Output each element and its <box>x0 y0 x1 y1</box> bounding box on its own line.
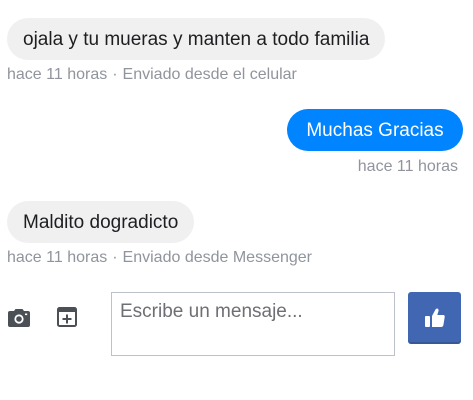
outgoing-message-bubble[interactable]: Muchas Gracias <box>287 109 463 151</box>
message-meta: hace 11 horas · Enviado desde Messenger <box>7 250 312 266</box>
message-source: Enviado desde Messenger <box>122 249 312 266</box>
like-button[interactable] <box>408 292 461 344</box>
message-text: ojala y tu mueras y manten a todo famili… <box>23 28 370 50</box>
message-timestamp: hace 11 horas <box>357 158 458 175</box>
add-attachment-icon[interactable] <box>56 306 78 328</box>
message-meta: hace 11 horas <box>358 159 458 175</box>
meta-separator: · <box>112 249 118 266</box>
thumbs-up-icon <box>423 306 447 330</box>
meta-separator: · <box>112 66 118 83</box>
incoming-message-bubble[interactable]: Maldito dogradicto <box>7 201 195 243</box>
message-source: Enviado desde el celular <box>122 66 297 83</box>
message-text: Muchas Gracias <box>306 119 444 141</box>
camera-icon[interactable] <box>7 308 31 328</box>
message-timestamp: hace 11 horas <box>7 66 108 83</box>
message-timestamp: hace 11 horas <box>7 249 108 266</box>
incoming-message-bubble[interactable]: ojala y tu mueras y manten a todo famili… <box>7 18 386 60</box>
message-meta: hace 11 horas · Enviado desde el celular <box>7 67 297 83</box>
message-thread: ojala y tu mueras y manten a todo famili… <box>0 0 473 290</box>
message-input[interactable] <box>111 292 395 356</box>
message-composer <box>0 288 473 368</box>
message-text: Maldito dogradicto <box>23 211 179 233</box>
